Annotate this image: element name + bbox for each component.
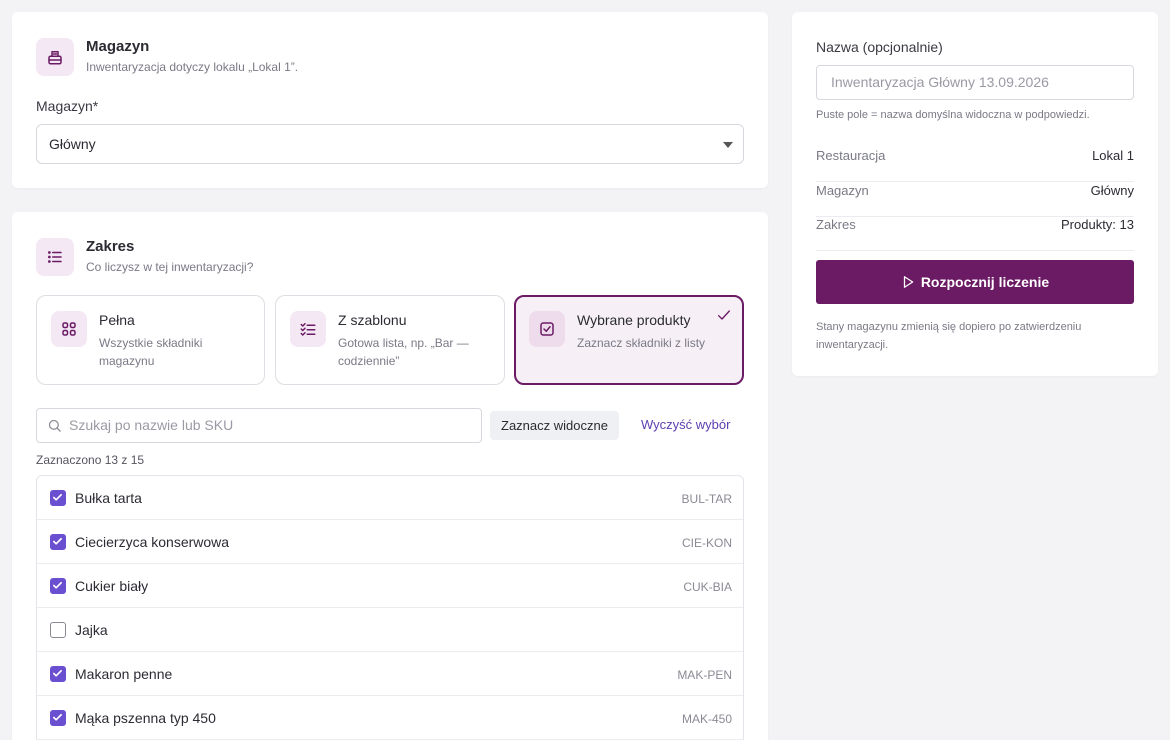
list-item[interactable]: Makaron penne MAK-PEN bbox=[37, 652, 743, 696]
scope-subtitle: Co liczysz w tej inwentaryzacji? bbox=[86, 260, 254, 274]
info-value: Główny bbox=[1090, 183, 1134, 198]
warehouse-select[interactable]: Główny bbox=[36, 124, 744, 164]
warehouse-select-value: Główny bbox=[49, 136, 96, 152]
search-input[interactable] bbox=[69, 417, 469, 433]
chevron-down-icon bbox=[723, 142, 733, 148]
summary-note: Stany magazynu zmienią się dopiero po za… bbox=[816, 321, 1082, 351]
list-item[interactable]: Bułka tarta BUL-TAR bbox=[37, 476, 743, 520]
name-field-label: Nazwa (opcjonalnie) bbox=[816, 39, 943, 55]
mode-title: Pełna bbox=[99, 312, 135, 328]
info-key: Zakres bbox=[816, 217, 856, 232]
product-checkbox[interactable] bbox=[50, 710, 66, 726]
list-item[interactable]: Ciecierzyca konserwowa CIE-KON bbox=[37, 520, 743, 564]
list-icon bbox=[36, 238, 74, 276]
check-icon bbox=[53, 713, 62, 721]
mode-title: Wybrane produkty bbox=[577, 312, 691, 328]
product-sku: MAK-PEN bbox=[677, 668, 732, 682]
checklist-icon bbox=[290, 311, 326, 347]
product-checkbox[interactable] bbox=[50, 622, 66, 638]
mode-description: Zaznacz składniki z listy bbox=[577, 336, 706, 350]
warehouse-icon bbox=[36, 38, 74, 76]
mode-template[interactable]: Z szablonu Gotowa lista, np. „Bar — codz… bbox=[275, 295, 505, 385]
info-key: Magazyn bbox=[816, 183, 869, 198]
product-name: Jajka bbox=[75, 622, 108, 638]
search-field[interactable] bbox=[36, 408, 482, 443]
list-item[interactable]: Cukier biały CUK-BIA bbox=[37, 564, 743, 608]
info-row-restaurant: Restauracja Lokal 1 bbox=[816, 148, 1134, 182]
info-row-scope: Zakres Produkty: 13 bbox=[816, 217, 1134, 251]
info-value: Lokal 1 bbox=[1092, 148, 1134, 163]
info-row-warehouse: Magazyn Główny bbox=[816, 183, 1134, 217]
product-checkbox[interactable] bbox=[50, 666, 66, 682]
mode-full[interactable]: Pełna Wszystkie składniki magazynu bbox=[36, 295, 265, 385]
mode-selected-products[interactable]: Wybrane produkty Zaznacz składniki z lis… bbox=[514, 295, 744, 385]
product-list: Bułka tarta BUL-TAR Ciecierzyca konserwo… bbox=[36, 475, 744, 740]
product-checkbox[interactable] bbox=[50, 578, 66, 594]
select-visible-button[interactable]: Zaznacz widoczne bbox=[490, 411, 619, 440]
check-icon bbox=[53, 581, 62, 589]
warehouse-field-label: Magazyn* bbox=[36, 98, 99, 114]
product-name: Makaron penne bbox=[75, 666, 173, 682]
name-input[interactable] bbox=[831, 74, 1121, 90]
grid-icon bbox=[51, 311, 87, 347]
product-sku: CUK-BIA bbox=[683, 580, 732, 594]
mode-description: Wszystkie składniki magazynu bbox=[99, 336, 203, 368]
product-name: Mąka pszenna typ 450 bbox=[75, 710, 216, 726]
product-checkbox[interactable] bbox=[50, 490, 66, 506]
warehouse-card: Magazyn Inwentaryzacja dotyczy lokalu „L… bbox=[12, 12, 768, 188]
product-sku: CIE-KON bbox=[681, 536, 732, 550]
search-icon bbox=[48, 419, 61, 432]
start-counting-button[interactable]: Rozpocznij liczenie bbox=[816, 260, 1134, 304]
scope-title: Zakres bbox=[86, 238, 135, 255]
product-checkbox[interactable] bbox=[50, 534, 66, 550]
info-value: Produkty: 13 bbox=[1061, 217, 1134, 232]
check-icon bbox=[53, 669, 62, 677]
product-name: Bułka tarta bbox=[75, 490, 142, 506]
clear-selection-link[interactable]: Wyczyść wybór bbox=[641, 417, 730, 432]
product-sku: MAK-450 bbox=[681, 712, 732, 726]
mode-title: Z szablonu bbox=[338, 312, 407, 328]
warehouse-subtitle: Inwentaryzacja dotyczy lokalu „Lokal 1”. bbox=[86, 60, 299, 74]
product-name: Cukier biały bbox=[75, 578, 149, 594]
mode-description: Gotowa lista, np. „Bar — codziennie” bbox=[338, 336, 469, 368]
checkbox-icon bbox=[529, 311, 565, 347]
check-icon bbox=[718, 310, 730, 320]
check-icon bbox=[53, 537, 62, 545]
check-icon bbox=[53, 493, 62, 501]
list-item[interactable]: Jajka bbox=[37, 608, 743, 652]
product-name: Ciecierzyca konserwowa bbox=[75, 534, 230, 550]
selection-counter: Zaznaczono 13 z 15 bbox=[36, 453, 145, 467]
product-sku: BUL-TAR bbox=[681, 492, 732, 506]
name-hint: Puste pole = nazwa domyślna widoczna w p… bbox=[816, 109, 1090, 121]
warehouse-title: Magazyn bbox=[86, 38, 150, 55]
list-item[interactable]: Mąka pszenna typ 450 MAK-450 bbox=[37, 696, 743, 740]
info-key: Restauracja bbox=[816, 148, 886, 163]
name-field[interactable] bbox=[816, 65, 1134, 100]
scope-card: Zakres Co liczysz w tej inwentaryzacji? … bbox=[12, 212, 768, 740]
play-icon bbox=[903, 276, 914, 288]
start-counting-label: Rozpocznij liczenie bbox=[920, 274, 1050, 290]
summary-card: Nazwa (opcjonalnie) Puste pole = nazwa d… bbox=[792, 12, 1158, 376]
